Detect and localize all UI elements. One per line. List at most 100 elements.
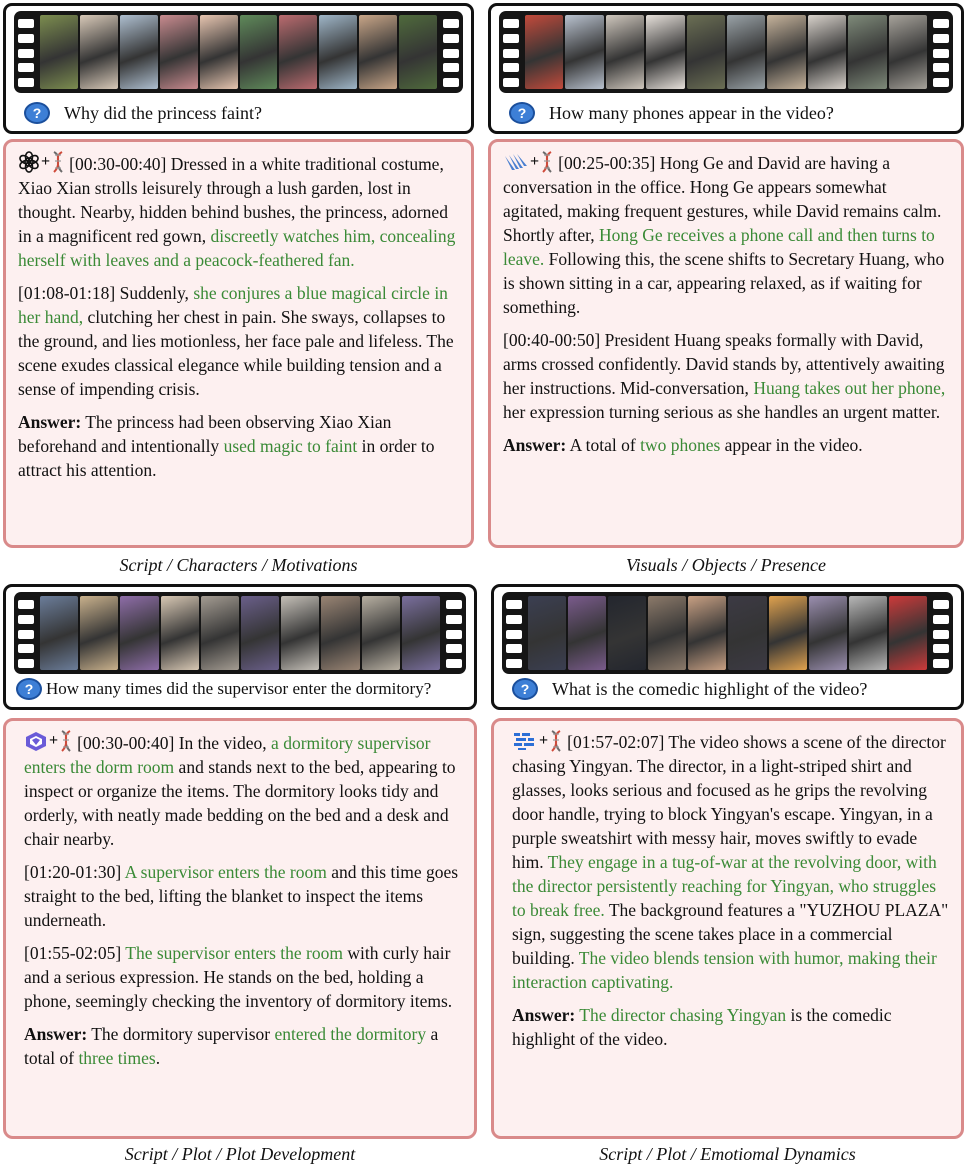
question-text: Why did the princess faint? bbox=[64, 102, 262, 123]
video-frame-thumbnail bbox=[200, 596, 240, 670]
gemini-logo-icon: + bbox=[503, 150, 554, 174]
response-text: Following this, the scene shifts to Secr… bbox=[503, 249, 945, 317]
highlighted-evidence: The supervisor enters the room bbox=[125, 943, 343, 963]
response-paragraph: [01:55-02:05] The supervisor enters the … bbox=[24, 941, 462, 1013]
video-frame-thumbnail bbox=[686, 15, 726, 89]
openai-logo-icon: + bbox=[18, 150, 65, 174]
response-text: [01:57-02:07] The video shows a scene of… bbox=[512, 732, 946, 872]
video-frame-thumbnail bbox=[80, 596, 119, 670]
video-frame-thumbnail bbox=[79, 15, 118, 89]
video-frame-thumbnail bbox=[359, 15, 398, 89]
question-card-4: ? What is the comedic highlight of the v… bbox=[491, 584, 964, 710]
response-paragraph: [01:20-01:30] A supervisor enters the ro… bbox=[24, 860, 462, 932]
response-text: [01:08-01:18] Suddenly, bbox=[18, 283, 194, 303]
video-frame-thumbnail bbox=[646, 15, 685, 89]
video-filmstrip-4 bbox=[502, 592, 953, 674]
answer-label: Answer: bbox=[503, 435, 567, 455]
video-frame-thumbnail bbox=[568, 596, 607, 670]
question-text: What is the comedic highlight of the vid… bbox=[552, 678, 868, 699]
video-frame-thumbnail bbox=[565, 15, 604, 89]
category-caption-3: Script / Plot / Plot Development bbox=[124, 1144, 356, 1164]
question-text: How many phones appear in the video? bbox=[549, 102, 834, 123]
video-frame-thumbnail bbox=[401, 596, 441, 670]
answer-text: . bbox=[155, 1048, 161, 1068]
video-frame-thumbnail bbox=[767, 15, 806, 89]
answer-label: Answer: bbox=[512, 1005, 576, 1025]
answer-text: appear in the video. bbox=[720, 435, 863, 455]
response-body: + [00:30-00:40] In the video, a dormitory… bbox=[24, 729, 462, 1070]
answer-label: Answer: bbox=[18, 412, 82, 432]
llama-logo-icon: + bbox=[512, 729, 563, 753]
answer-card-3: + [00:30-00:40] In the video, a dormitory… bbox=[3, 718, 477, 1139]
video-frame-thumbnail bbox=[319, 15, 358, 89]
video-frame-thumbnail bbox=[40, 15, 78, 89]
answer-paragraph: Answer: The dormitory supervisor entered… bbox=[24, 1022, 462, 1070]
video-filmstrip-2 bbox=[499, 11, 953, 93]
video-frame-thumbnail bbox=[807, 15, 847, 89]
response-paragraph: + [00:30-00:40] Dressed in a white tradit… bbox=[18, 150, 459, 272]
category-caption-2: Visuals / Objects / Presence bbox=[626, 555, 826, 575]
video-frame-thumbnail bbox=[605, 15, 645, 89]
response-text: her expression turning serious as she ha… bbox=[503, 402, 941, 422]
category-caption-1: Script / Characters / Motivations bbox=[119, 555, 358, 575]
video-frame-thumbnail bbox=[528, 596, 567, 670]
answer-text: A total of bbox=[566, 435, 641, 455]
video-frame-thumbnail bbox=[399, 15, 438, 89]
highlighted-evidence: A supervisor enters the room bbox=[124, 862, 327, 882]
response-body: + [00:30-00:40] Dressed in a white tradit… bbox=[18, 150, 459, 482]
video-frame-thumbnail bbox=[120, 596, 159, 670]
video-filmstrip-3 bbox=[14, 592, 466, 674]
video-frame-thumbnail bbox=[239, 15, 278, 89]
response-text: [00:30-00:40] In the video, bbox=[77, 733, 272, 753]
highlighted-answer: used magic to faint bbox=[223, 436, 358, 456]
video-frame-thumbnail bbox=[119, 15, 158, 89]
video-frame-thumbnail bbox=[648, 596, 687, 670]
video-frame-thumbnail bbox=[40, 596, 79, 670]
answer-label: Answer: bbox=[24, 1024, 88, 1044]
answer-paragraph: Answer: The director chasing Yingyan is … bbox=[512, 1003, 949, 1051]
video-frame-thumbnail bbox=[888, 596, 927, 670]
category-caption-4: Script / Plot / Emotiomal Dynamics bbox=[599, 1144, 856, 1164]
video-frame-thumbnail bbox=[241, 596, 280, 670]
response-paragraph: [01:08-01:18] Suddenly, she conjures a b… bbox=[18, 281, 459, 401]
video-frame-thumbnail bbox=[608, 596, 647, 670]
video-frame-thumbnail bbox=[160, 596, 199, 670]
video-frame-thumbnail bbox=[279, 15, 318, 89]
video-frame-thumbnail bbox=[159, 15, 198, 89]
answer-card-1: + [00:30-00:40] Dressed in a white tradit… bbox=[3, 139, 474, 548]
response-text: [01:55-02:05] bbox=[24, 943, 126, 963]
question-card-3: ? How many times did the supervisor ente… bbox=[3, 584, 477, 710]
qwen-logo-icon: + bbox=[24, 729, 73, 753]
highlighted-evidence: Huang takes out her phone, bbox=[753, 378, 946, 398]
response-text: [01:20-01:30] bbox=[24, 862, 125, 882]
question-bubble-icon: ? bbox=[509, 102, 535, 124]
video-frame-thumbnail bbox=[848, 596, 887, 670]
answer-text: The dormitory supervisor bbox=[87, 1024, 275, 1044]
highlighted-answer: The director chasing Yingyan bbox=[579, 1005, 787, 1025]
question-card-2: ? How many phones appear in the video? bbox=[488, 3, 964, 134]
answer-card-4: + [01:57-02:07] The video shows a scene o… bbox=[491, 718, 964, 1139]
video-filmstrip-1 bbox=[14, 11, 463, 93]
video-frame-thumbnail bbox=[321, 596, 360, 670]
highlighted-answer: three times bbox=[78, 1048, 156, 1068]
video-frame-thumbnail bbox=[281, 596, 320, 670]
highlighted-answer: entered the dormitory bbox=[274, 1024, 427, 1044]
video-frame-thumbnail bbox=[525, 15, 564, 89]
response-text: clutching her chest in pain. She sways, … bbox=[18, 307, 454, 399]
question-bubble-icon: ? bbox=[512, 678, 538, 700]
answer-card-2: + [00:25-00:35] Hong Ge and David are hav… bbox=[488, 139, 964, 548]
response-body: + [00:25-00:35] Hong Ge and David are hav… bbox=[503, 150, 949, 457]
video-frame-thumbnail bbox=[768, 596, 807, 670]
response-body: + [01:57-02:07] The video shows a scene o… bbox=[512, 729, 949, 1051]
question-card-1: ? Why did the princess faint? bbox=[3, 3, 474, 134]
video-frame-thumbnail bbox=[728, 596, 767, 670]
response-paragraph: [00:40-00:50] President Huang speaks for… bbox=[503, 328, 949, 424]
video-frame-thumbnail bbox=[727, 15, 766, 89]
video-frame-thumbnail bbox=[361, 596, 400, 670]
video-frame-thumbnail bbox=[848, 15, 887, 89]
video-frame-thumbnail bbox=[808, 596, 847, 670]
answer-paragraph: Answer: A total of two phones appear in … bbox=[503, 433, 949, 457]
question-bubble-icon: ? bbox=[24, 102, 50, 124]
question-bubble-icon: ? bbox=[16, 678, 42, 700]
video-frame-thumbnail bbox=[888, 15, 928, 89]
